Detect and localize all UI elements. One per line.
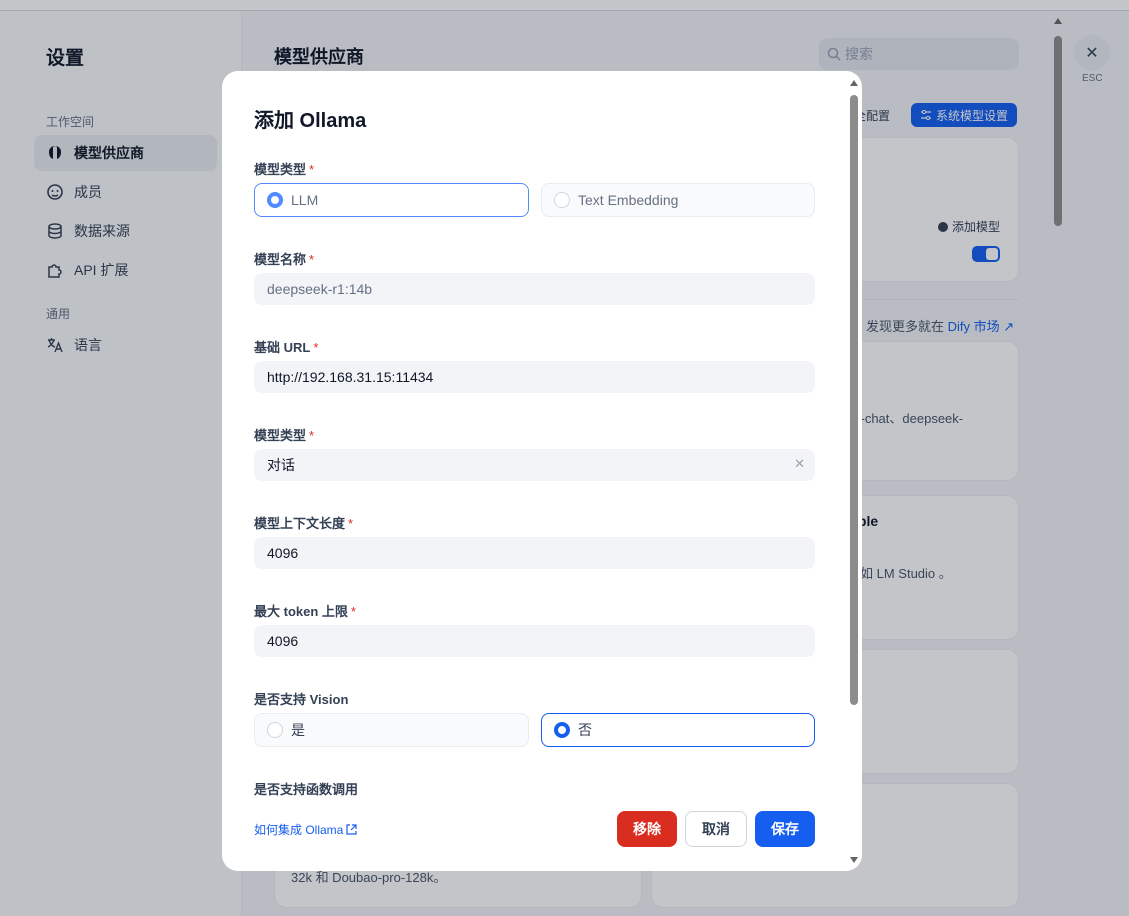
vision-option-no[interactable]: 否 — [541, 713, 815, 747]
radio-checked-icon — [267, 192, 283, 208]
model-type-option-text-embedding[interactable]: Text Embedding — [541, 183, 815, 217]
save-button[interactable]: 保存 — [755, 811, 815, 847]
max-tokens-input[interactable]: 4096 — [254, 625, 815, 657]
model-name-label: 模型名称 * — [254, 252, 315, 267]
help-link-label: 如何集成 Ollama — [254, 823, 344, 837]
remove-button[interactable]: 移除 — [617, 811, 677, 847]
radio-unchecked-icon — [267, 722, 283, 738]
base-url-label: 基础 URL * — [254, 340, 319, 355]
cancel-button[interactable]: 取消 — [685, 811, 747, 847]
help-link-ollama[interactable]: 如何集成 Ollama — [254, 821, 357, 838]
completion-type-select[interactable]: 对话 ✕ — [254, 449, 815, 481]
external-link-icon — [346, 824, 357, 835]
vision-support-label: 是否支持 Vision — [254, 692, 349, 707]
function-call-label: 是否支持函数调用 — [254, 782, 359, 797]
model-name-input[interactable]: deepseek-r1:14b — [254, 273, 815, 305]
option-label: 否 — [578, 722, 592, 738]
clear-icon[interactable]: ✕ — [794, 456, 805, 472]
add-ollama-dialog: 添加 Ollama 模型类型 * LLM Text Embedding 模型名称 *… — [222, 71, 862, 871]
option-label: 是 — [291, 722, 305, 738]
option-label: LLM — [291, 192, 319, 208]
radio-checked-icon — [554, 722, 570, 738]
dialog-title: 添加 Ollama — [254, 110, 367, 132]
option-label: Text Embedding — [578, 192, 679, 208]
model-type-label: 模型类型 * — [254, 162, 315, 177]
context-length-input[interactable]: 4096 — [254, 537, 815, 569]
vision-option-yes[interactable]: 是 — [254, 713, 529, 747]
context-length-label: 模型上下文长度 * — [254, 516, 354, 531]
radio-unchecked-icon — [554, 192, 570, 208]
max-tokens-label: 最大 token 上限 * — [254, 604, 356, 619]
base-url-input[interactable]: http://192.168.31.15:11434 — [254, 361, 815, 393]
completion-type-value: 对话 — [267, 457, 295, 473]
completion-type-label: 模型类型 * — [254, 428, 315, 443]
model-type-option-llm[interactable]: LLM — [254, 183, 529, 217]
dialog-scrollbar[interactable] — [849, 71, 859, 871]
